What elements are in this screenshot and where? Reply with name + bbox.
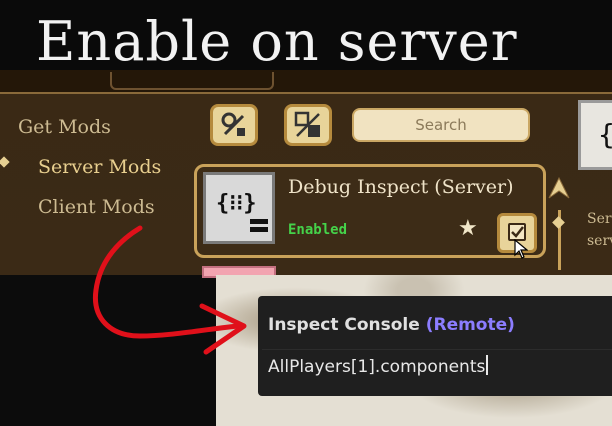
debug-icon: {⁝⁝} [216, 191, 257, 216]
console-title: Inspect Console (Remote) [268, 315, 515, 335]
title-text: Enable on server [36, 10, 518, 73]
console-input[interactable]: AllPlayers[1].components [262, 349, 612, 383]
mouse-cursor-icon [514, 239, 528, 259]
checkmark-icon [511, 226, 524, 238]
tools-icon [221, 112, 245, 136]
sidebar-item-server-mods[interactable]: Server Mods [38, 156, 161, 178]
mod-icon: {⁝⁝} [203, 172, 275, 244]
panel-top-trim [0, 70, 612, 94]
right-mod-description: Ser serv [587, 208, 612, 252]
search-input[interactable]: Search [352, 108, 530, 142]
right-snippet-line-2: serv [587, 233, 612, 249]
mod-status-badge: Enabled [288, 222, 348, 238]
sidebar-item-client-mods[interactable]: Client Mods [38, 196, 155, 218]
mod-name: Debug Inspect (Server) [288, 176, 514, 198]
toggle-all-icon [294, 111, 320, 137]
sidebar-item-get-mods[interactable]: Get Mods [18, 116, 111, 138]
toggle-all-button[interactable] [284, 104, 332, 146]
text-caret [486, 355, 489, 375]
server-glyph-icon [250, 219, 268, 224]
scroll-up-icon[interactable] [548, 176, 570, 202]
top-tab-hint [110, 72, 274, 90]
server-glyph-icon-2 [250, 227, 268, 232]
console-title-text: Inspect Console [268, 315, 420, 335]
console-input-text: AllPlayers[1].components [268, 357, 486, 377]
favorite-star-icon[interactable]: ★ [458, 218, 478, 240]
right-snippet-line-1: Ser [587, 211, 612, 227]
console-mode: (Remote) [425, 315, 515, 335]
right-mod-icon: { [598, 118, 612, 151]
tools-button[interactable] [210, 104, 258, 146]
